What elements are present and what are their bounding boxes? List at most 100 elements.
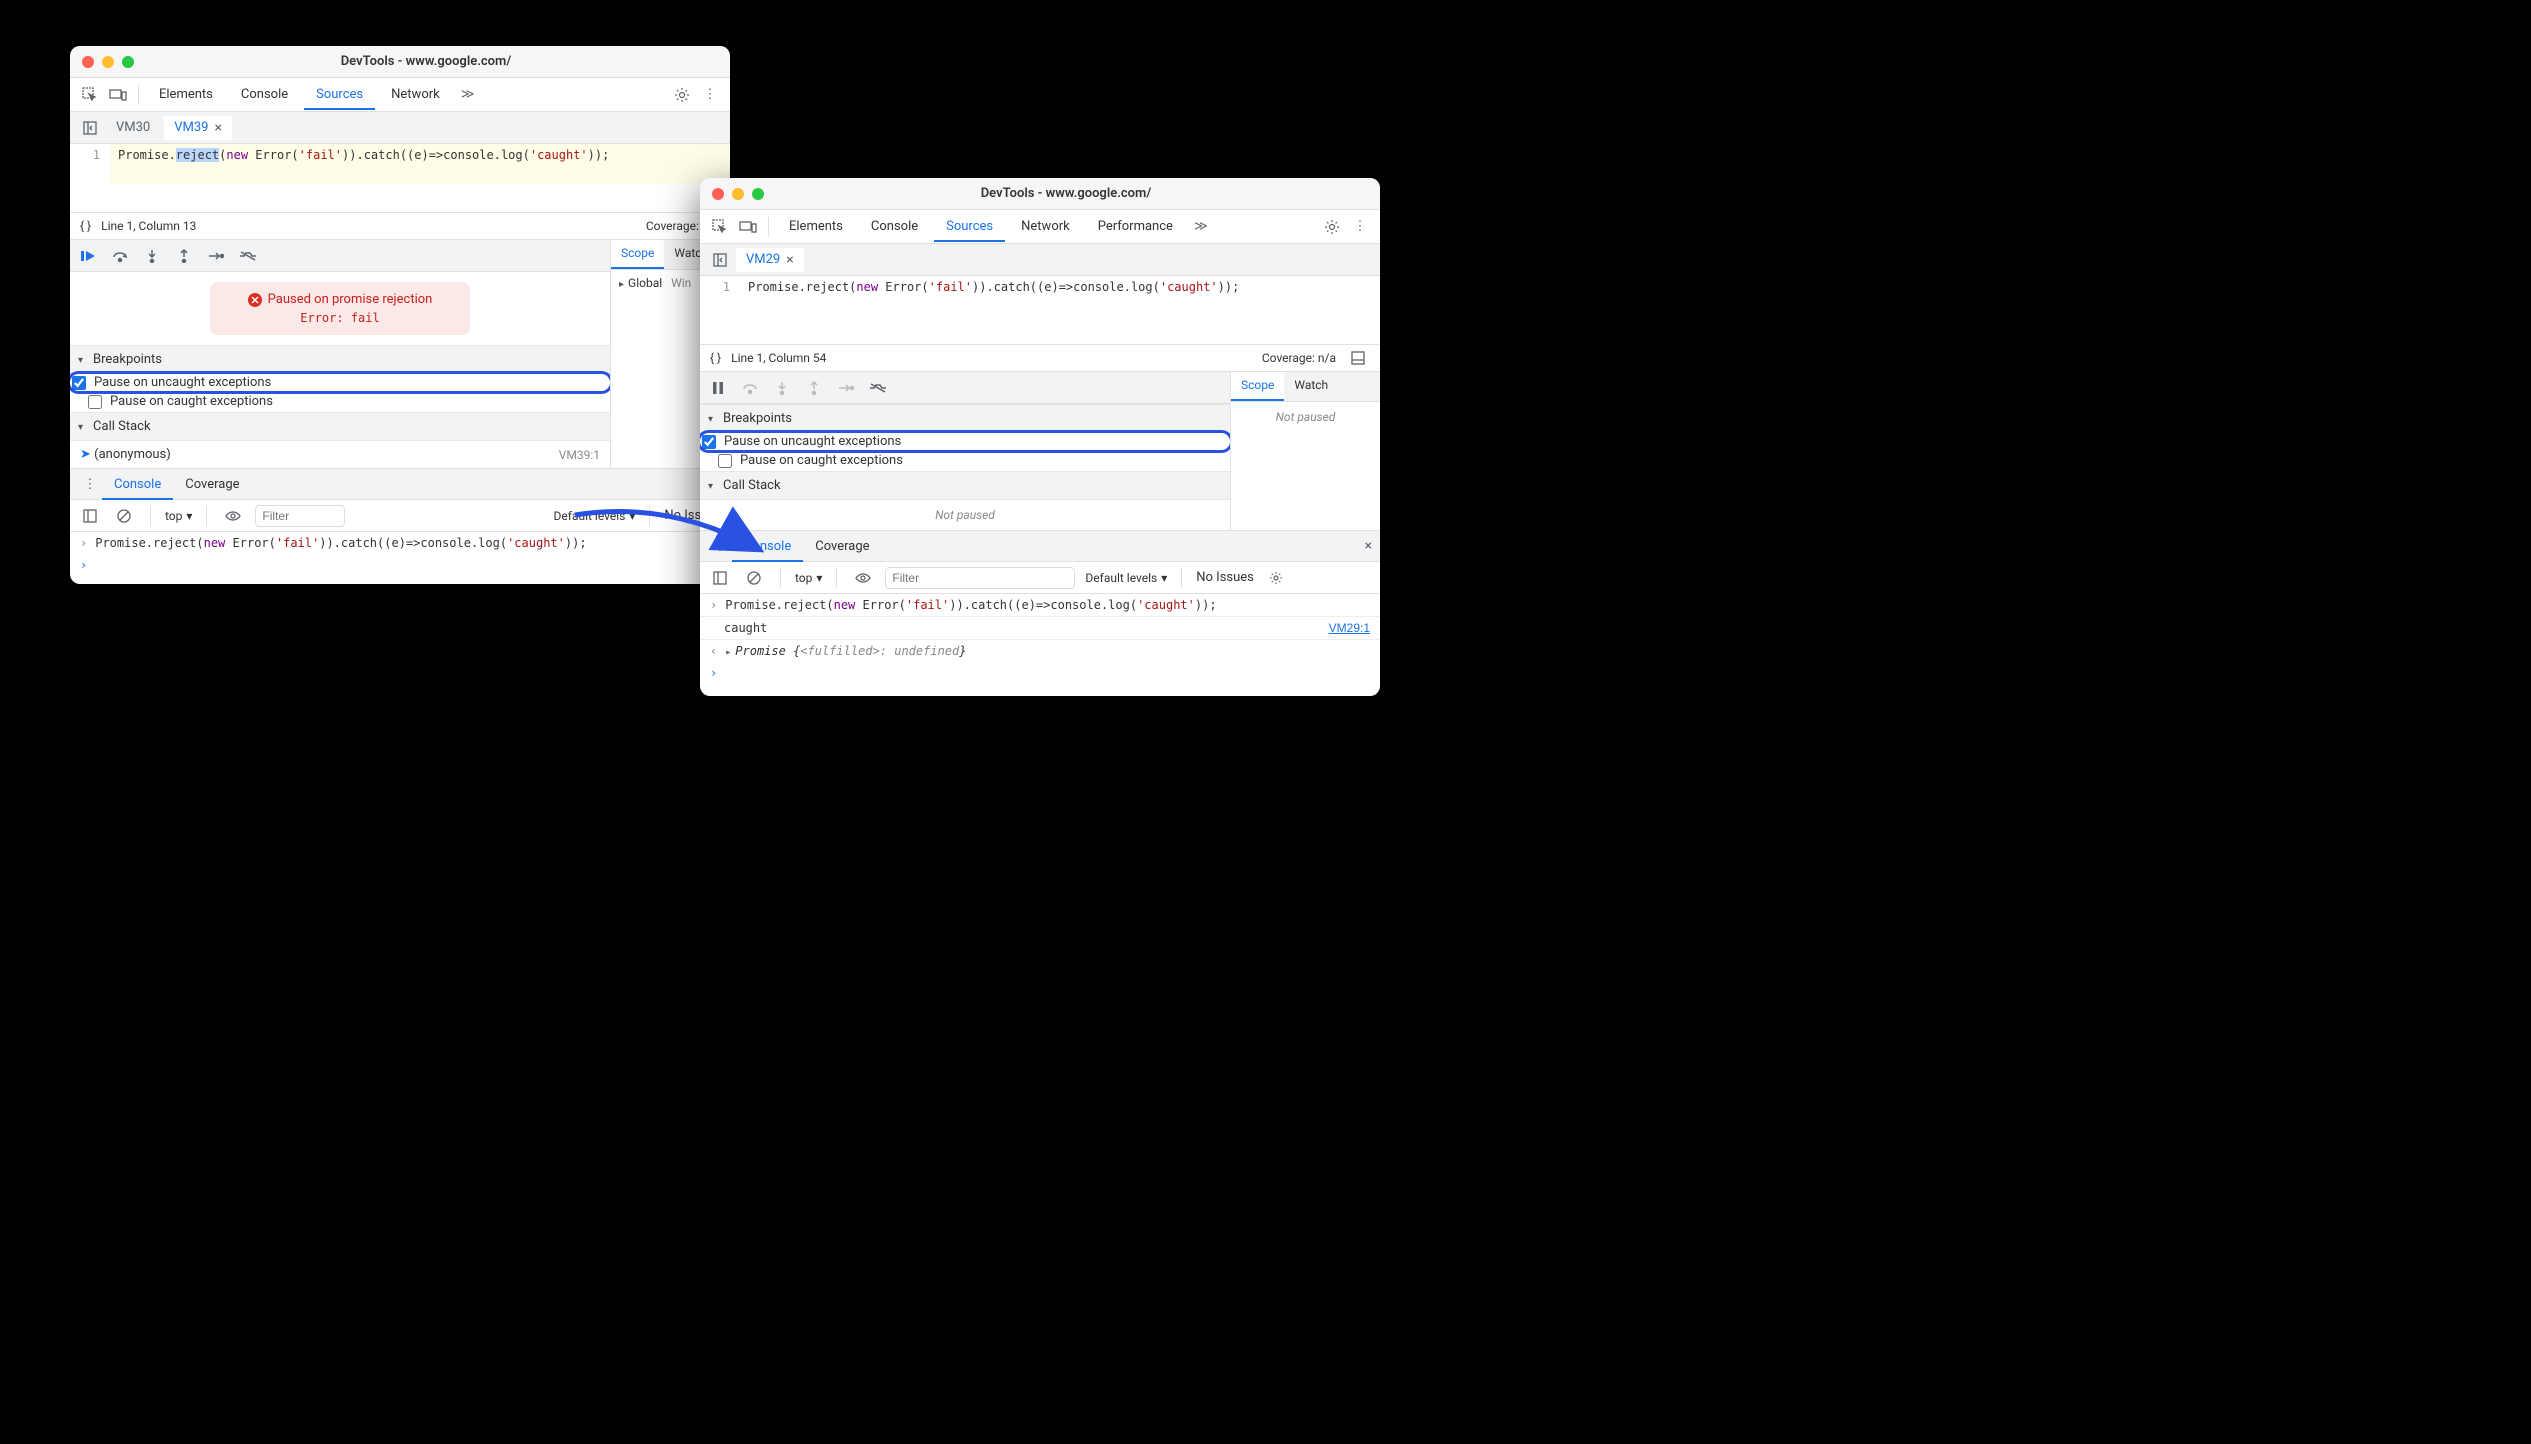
navigator-icon[interactable] — [708, 248, 732, 272]
code-editor[interactable]: 1 Promise.reject(new Error('fail')).catc… — [70, 144, 730, 184]
deactivate-bp-icon[interactable] — [868, 378, 888, 398]
tab-sources[interactable]: Sources — [934, 211, 1005, 242]
deactivate-bp-icon[interactable] — [238, 246, 258, 266]
kebab-icon[interactable]: ⋮ — [698, 83, 722, 107]
console-prompt[interactable] — [70, 554, 730, 576]
step-icon[interactable] — [206, 246, 226, 266]
code-editor[interactable]: 1 Promise.reject(new Error('fail')).catc… — [700, 276, 1380, 316]
tab-network[interactable]: Network — [379, 79, 452, 110]
device-icon[interactable] — [106, 83, 130, 107]
kebab-icon[interactable]: ⋮ — [78, 472, 102, 496]
scope-tab[interactable]: Scope — [611, 240, 664, 269]
tab-elements[interactable]: Elements — [147, 79, 225, 110]
device-icon[interactable] — [736, 215, 760, 239]
close-icon[interactable] — [82, 56, 94, 68]
cursor-pos: Line 1, Column 13 — [101, 219, 196, 233]
bp-caught-checkbox[interactable] — [88, 395, 102, 409]
tab-performance[interactable]: Performance — [1086, 211, 1185, 242]
file-tab-vm39[interactable]: VM39× — [164, 116, 232, 140]
pause-icon[interactable] — [708, 378, 728, 398]
titlebar[interactable]: DevTools - www.google.com/ — [700, 178, 1380, 210]
file-tab-vm30[interactable]: VM30 — [106, 116, 160, 139]
more-tabs-icon[interactable]: ≫ — [456, 83, 480, 107]
drawer-coverage-tab[interactable]: Coverage — [173, 469, 251, 500]
gear-icon[interactable] — [1264, 566, 1288, 590]
tab-elements[interactable]: Elements — [777, 211, 855, 242]
resume-icon[interactable] — [78, 246, 98, 266]
tab-network[interactable]: Network — [1009, 211, 1082, 242]
drawer-console-tab[interactable]: Console — [732, 531, 803, 562]
callstack-header[interactable]: Call Stack — [70, 412, 610, 441]
callstack-frame[interactable]: (anonymous)VM39:1 — [70, 441, 610, 468]
levels-selector[interactable]: Default levels ▾ — [554, 509, 636, 523]
callstack-header[interactable]: Call Stack — [700, 471, 1230, 500]
clear-icon[interactable] — [742, 566, 766, 590]
navigator-icon[interactable] — [78, 116, 102, 140]
bp-caught[interactable]: Pause on caught exceptions — [700, 450, 1230, 471]
console-prompt[interactable] — [700, 662, 1380, 684]
scope-tab[interactable]: Scope — [1231, 372, 1284, 401]
drawer-console-tab[interactable]: Console — [102, 469, 173, 500]
debug-toolbar — [700, 372, 1230, 404]
close-icon[interactable] — [712, 188, 724, 200]
gear-icon[interactable] — [670, 83, 694, 107]
collapse-icon[interactable] — [1346, 346, 1370, 370]
issues-label[interactable]: No Issues — [1196, 570, 1254, 585]
console-log-line: caughtVM29:1 — [700, 616, 1380, 639]
sidebar-icon[interactable] — [78, 504, 102, 528]
step-out-icon[interactable] — [174, 246, 194, 266]
kebab-icon[interactable]: ⋮ — [708, 534, 732, 558]
format-icon[interactable]: { } — [710, 351, 721, 365]
minimize-icon[interactable] — [732, 188, 744, 200]
console-return-line: Promise {<fulfilled>: undefined} — [700, 639, 1380, 662]
context-selector[interactable]: top ▾ — [795, 571, 822, 585]
file-tab-vm29[interactable]: VM29× — [736, 248, 804, 272]
bp-caught[interactable]: Pause on caught exceptions — [70, 391, 610, 412]
bp-uncaught[interactable]: Pause on uncaught exceptions — [700, 433, 1230, 450]
sidebar-icon[interactable] — [708, 566, 732, 590]
step-over-icon — [740, 378, 760, 398]
inspect-icon[interactable] — [708, 215, 732, 239]
close-drawer-icon[interactable]: × — [1365, 538, 1372, 554]
eye-icon[interactable] — [221, 504, 245, 528]
filter-input[interactable] — [255, 505, 345, 527]
context-selector[interactable]: top ▾ — [165, 509, 192, 523]
console-toolbar: top ▾ Default levels ▾ No Issues — [700, 562, 1380, 594]
step-into-icon[interactable] — [142, 246, 162, 266]
tab-console[interactable]: Console — [229, 79, 300, 110]
step-over-icon[interactable] — [110, 246, 130, 266]
filter-input[interactable] — [885, 567, 1075, 589]
tab-console[interactable]: Console — [859, 211, 930, 242]
source-link[interactable]: VM29:1 — [1329, 621, 1370, 635]
breakpoints-header[interactable]: Breakpoints — [70, 345, 610, 374]
drawer-coverage-tab[interactable]: Coverage — [803, 531, 881, 562]
titlebar[interactable]: DevTools - www.google.com/ — [70, 46, 730, 78]
gear-icon[interactable] — [1320, 215, 1344, 239]
tab-sources[interactable]: Sources — [304, 79, 375, 110]
format-icon[interactable]: { } — [80, 219, 91, 233]
close-tab-icon[interactable]: × — [215, 120, 222, 136]
clear-icon[interactable] — [112, 504, 136, 528]
bp-uncaught[interactable]: Pause on uncaught exceptions — [70, 374, 610, 391]
levels-selector[interactable]: Default levels ▾ — [1085, 571, 1167, 585]
watch-tab[interactable]: Watch — [1284, 372, 1338, 401]
line-number: 1 — [70, 144, 110, 184]
bp-uncaught-checkbox[interactable] — [72, 376, 86, 390]
eye-icon[interactable] — [851, 566, 875, 590]
editor-status: { } Line 1, Column 54 Coverage: n/a — [700, 344, 1380, 372]
line-number: 1 — [700, 276, 740, 316]
window-title: DevTools - www.google.com/ — [134, 54, 718, 69]
maximize-icon[interactable] — [122, 56, 134, 68]
more-tabs-icon[interactable]: ≫ — [1189, 215, 1213, 239]
bp-caught-checkbox[interactable] — [718, 454, 732, 468]
debug-toolbar — [70, 240, 610, 272]
coverage-label: Coverage: n/a — [1262, 351, 1336, 365]
minimize-icon[interactable] — [102, 56, 114, 68]
close-tab-icon[interactable]: × — [786, 252, 793, 268]
maximize-icon[interactable] — [752, 188, 764, 200]
step-out-icon — [804, 378, 824, 398]
bp-uncaught-checkbox[interactable] — [702, 435, 716, 449]
kebab-icon[interactable]: ⋮ — [1348, 215, 1372, 239]
inspect-icon[interactable] — [78, 83, 102, 107]
breakpoints-header[interactable]: Breakpoints — [700, 404, 1230, 433]
